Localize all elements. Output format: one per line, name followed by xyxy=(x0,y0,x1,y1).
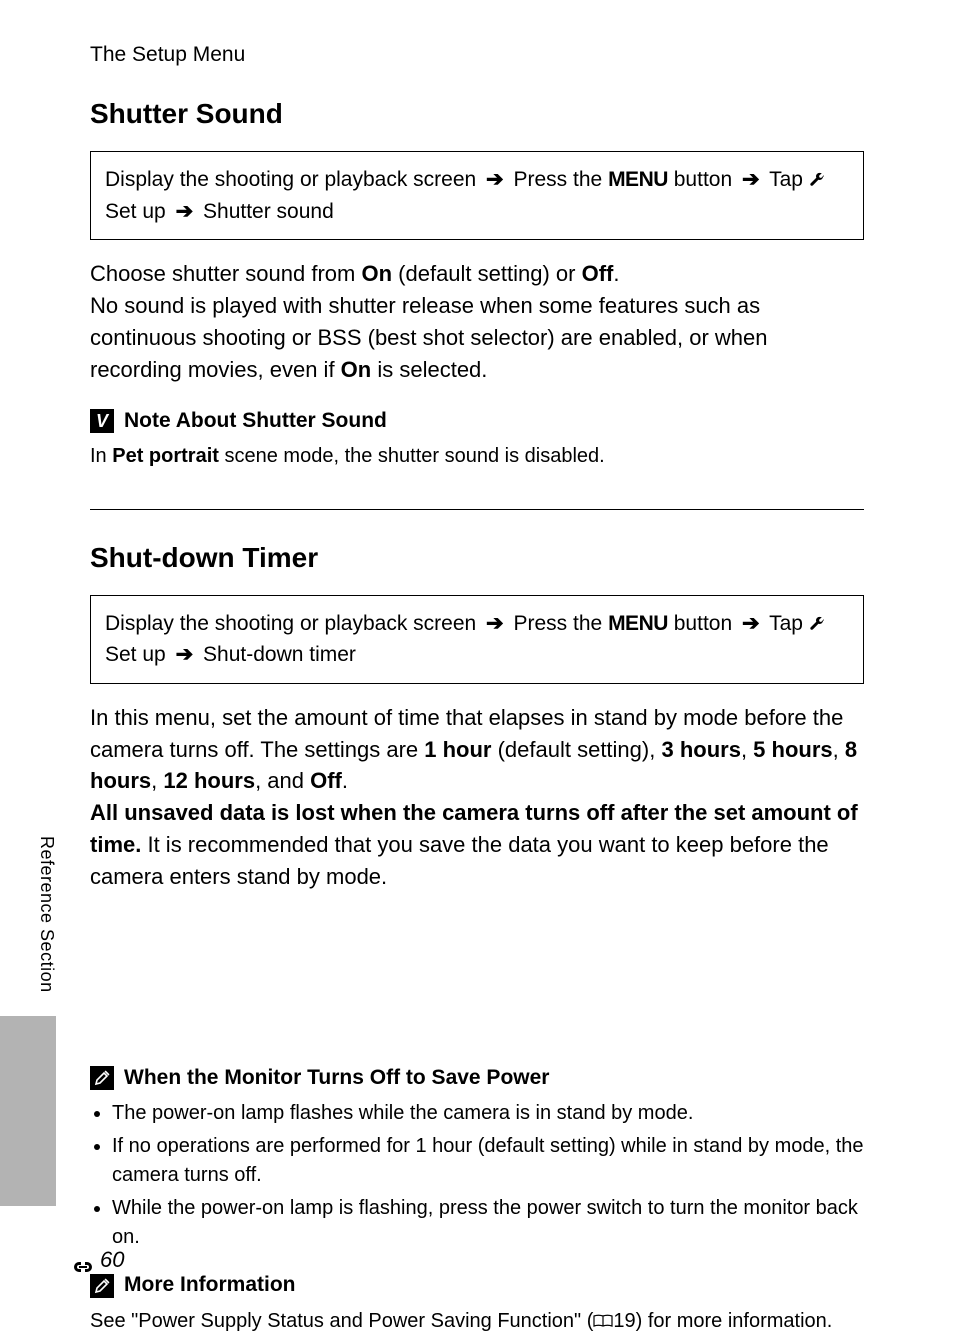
nav-text: Shut-down timer xyxy=(203,643,356,666)
note-check-icon: V xyxy=(90,409,114,433)
body-paragraph: Choose shutter sound from On (default se… xyxy=(90,258,864,290)
note-pencil-icon xyxy=(90,1274,114,1298)
book-icon xyxy=(593,1308,613,1322)
nav-text: button xyxy=(674,168,732,191)
note-body: See "Power Supply Status and Power Savin… xyxy=(90,1307,864,1336)
page-number-value: 60 xyxy=(100,1244,124,1276)
page-header: The Setup Menu xyxy=(90,40,864,70)
arrow-icon: ➔ xyxy=(486,168,504,191)
wrench-icon xyxy=(809,166,825,182)
note-pencil-icon xyxy=(90,1066,114,1090)
nav-text: Shutter sound xyxy=(203,200,334,223)
list-item: While the power-on lamp is flashing, pre… xyxy=(112,1194,864,1252)
nav-path-shutdown-timer: Display the shooting or playback screen … xyxy=(90,595,864,684)
nav-text: Tap xyxy=(769,612,803,635)
nav-text: Set up xyxy=(105,643,166,666)
menu-button-label: MENU xyxy=(608,612,668,635)
nav-text: Press the xyxy=(514,612,603,635)
page-number: 60 xyxy=(68,1244,124,1276)
nav-text: Set up xyxy=(105,200,166,223)
arrow-icon: ➔ xyxy=(176,643,194,666)
side-tab xyxy=(0,1016,56,1206)
note-body: In Pet portrait scene mode, the shutter … xyxy=(90,442,864,471)
list-item: If no operations are performed for 1 hou… xyxy=(112,1132,864,1190)
body-paragraph: In this menu, set the amount of time tha… xyxy=(90,702,864,798)
body-paragraph: No sound is played with shutter release … xyxy=(90,290,864,386)
arrow-icon: ➔ xyxy=(486,612,504,635)
reference-section-icon xyxy=(68,1252,98,1268)
arrow-icon: ➔ xyxy=(742,612,760,635)
nav-text: Tap xyxy=(769,168,803,191)
section-divider xyxy=(90,509,864,510)
list-item: The power-on lamp flashes while the came… xyxy=(112,1099,864,1128)
section-title-shutdown-timer: Shut-down Timer xyxy=(90,538,864,579)
wrench-icon xyxy=(809,610,825,626)
note-title: More Information xyxy=(124,1270,296,1300)
body-paragraph: All unsaved data is lost when the camera… xyxy=(90,797,864,893)
note-block: When the Monitor Turns Off to Save Power… xyxy=(90,1063,864,1252)
note-title: Note About Shutter Sound xyxy=(124,406,387,436)
nav-path-shutter-sound: Display the shooting or playback screen … xyxy=(90,151,864,240)
note-bullet-list: The power-on lamp flashes while the came… xyxy=(90,1099,864,1252)
menu-button-label: MENU xyxy=(608,168,668,191)
note-title: When the Monitor Turns Off to Save Power xyxy=(124,1063,549,1093)
arrow-icon: ➔ xyxy=(176,200,194,223)
nav-text: Display the shooting or playback screen xyxy=(105,612,476,635)
nav-text: Display the shooting or playback screen xyxy=(105,168,476,191)
note-block: V Note About Shutter Sound In Pet portra… xyxy=(90,406,864,471)
nav-text: button xyxy=(674,612,732,635)
nav-text: Press the xyxy=(514,168,603,191)
side-section-label: Reference Section xyxy=(34,836,60,993)
arrow-icon: ➔ xyxy=(742,168,760,191)
note-block: More Information See "Power Supply Statu… xyxy=(90,1270,864,1335)
section-title-shutter-sound: Shutter Sound xyxy=(90,94,864,135)
